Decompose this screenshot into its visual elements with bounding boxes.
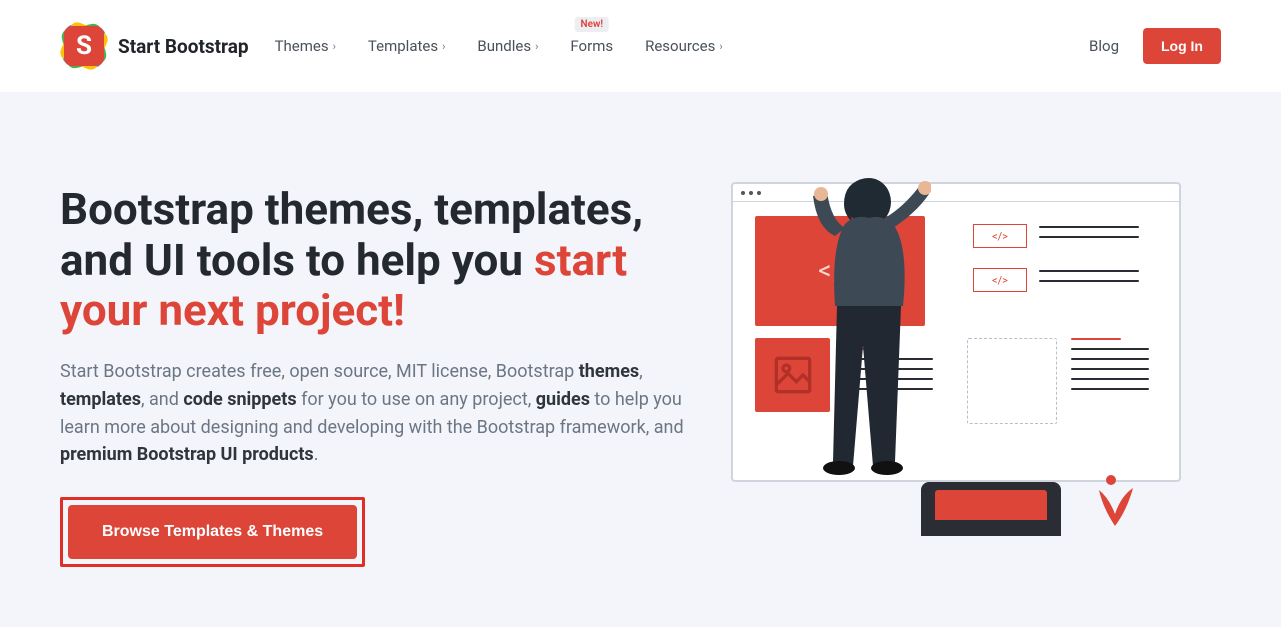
illustration-plant-icon [1093, 466, 1137, 526]
chevron-right-icon: › [535, 40, 538, 53]
browse-templates-button[interactable]: Browse Templates & Themes [68, 505, 357, 559]
illustration-text-lines-icon [1039, 270, 1139, 282]
window-titlebar-icon [733, 184, 1179, 202]
logo-icon: S [60, 22, 108, 70]
illustration-placeholder-icon [967, 338, 1057, 424]
hero-illustration: </> </> [731, 182, 1181, 482]
illustration-codebox-icon: </> [973, 268, 1027, 292]
nav-item-resources[interactable]: Resources › [645, 37, 723, 55]
top-navbar: S Start Bootstrap Themes › Templates › B… [0, 0, 1281, 92]
chevron-right-icon: › [442, 40, 445, 53]
primary-nav: Themes › Templates › Bundles › New! Form… [275, 37, 723, 55]
hero-section: Bootstrap themes, templates, and UI tool… [0, 92, 1281, 627]
brand-name: Start Bootstrap [118, 35, 249, 58]
illustration-codebox-icon: </> [973, 224, 1027, 248]
illustration-text-lines-icon [1039, 226, 1139, 238]
chevron-right-icon: › [719, 40, 722, 53]
nav-item-bundles[interactable]: Bundles › [477, 37, 538, 55]
cta-highlight-box: Browse Templates & Themes [60, 497, 365, 567]
hero-description: Start Bootstrap creates free, open sourc… [60, 358, 700, 470]
chevron-right-icon: › [333, 40, 336, 53]
brand-link[interactable]: S Start Bootstrap [60, 22, 249, 70]
nav-item-templates[interactable]: Templates › [368, 37, 445, 55]
nav-label: Bundles [477, 37, 531, 55]
blog-link[interactable]: Blog [1089, 37, 1119, 55]
nav-right: Blog Log In [1089, 28, 1221, 64]
illustration-window: </> </> [731, 182, 1181, 482]
nav-label: Resources [645, 37, 715, 55]
new-badge: New! [574, 17, 609, 32]
illustration-laptop-icon [921, 482, 1061, 536]
nav-label: Themes [275, 37, 329, 55]
nav-item-forms[interactable]: New! Forms [570, 37, 613, 55]
nav-label: Templates [368, 37, 438, 55]
nav-item-themes[interactable]: Themes › [275, 37, 336, 55]
illustration-text-lines-icon [1071, 338, 1149, 390]
nav-label: Forms [570, 37, 613, 55]
illustration-person-icon [811, 176, 931, 476]
login-button[interactable]: Log In [1143, 28, 1221, 64]
hero-title: Bootstrap themes, templates, and UI tool… [60, 184, 700, 336]
